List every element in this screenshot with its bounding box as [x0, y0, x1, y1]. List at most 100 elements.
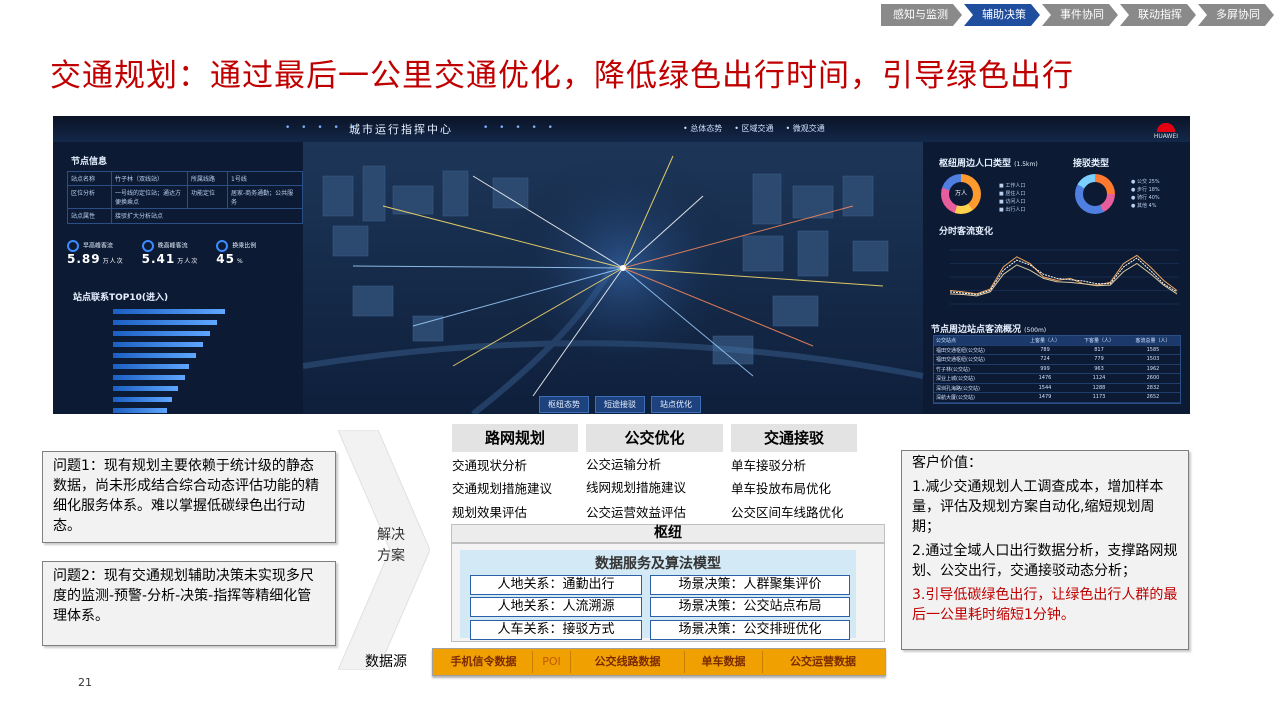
table-cell: 客流总量（人）: [1135, 338, 1171, 344]
top10-bar: [113, 364, 189, 369]
source-bus-ops: 公交运营数据: [790, 655, 856, 668]
top10-bar: [113, 320, 218, 325]
cycle-icon: [216, 240, 229, 252]
model-box: 场景决策：人群聚集评价: [650, 575, 850, 595]
series-line-0: [949, 254, 1178, 295]
population-type-title: 枢纽周边人口类型 (1.5km): [939, 159, 1038, 169]
table-cell: 深航大厦(公交站): [936, 395, 975, 401]
tab-overall[interactable]: • 总体态势: [683, 123, 722, 134]
model-box: 人地关系：人流溯源: [470, 597, 642, 617]
road-item-2: 交通规划措施建议: [452, 481, 553, 496]
kpi-row: 早高峰客流 5.89 万人次 晚高峰客流 5.41 万人次 换乘比例 45%: [67, 240, 256, 266]
table-cell: 深业上城(公交站): [936, 376, 975, 382]
problem-1: 问题1：现有规划主要依赖于统计级的静态数据，尚未形成结合综合动态评估功能的精细化…: [42, 451, 336, 543]
road-item-3: 规划效果评估: [452, 505, 528, 520]
nav-step-multiscreen[interactable]: 多屏协同: [1198, 4, 1274, 26]
data-source-label: 数据源: [365, 654, 407, 670]
pie-icon: [67, 240, 79, 252]
top10-title: 站点联系TOP10(进入): [73, 293, 169, 303]
transfer-donut: [1075, 174, 1115, 214]
table-row: 福田交通枢纽(公交站) 724 779 1503: [934, 355, 1180, 365]
bus-item-2: 线网规划措施建议: [586, 480, 687, 495]
table-cell: 福田交通枢纽(公交站): [936, 347, 985, 354]
nav-step-command[interactable]: 联动指挥: [1120, 4, 1196, 26]
page-number: 21: [78, 676, 92, 689]
top10-bar: [113, 386, 178, 391]
tab-micro[interactable]: • 微观交通: [786, 123, 825, 134]
table-cell: 2832: [1146, 384, 1160, 391]
table-cell: 公交站点: [936, 338, 957, 344]
top10-bar: [113, 331, 211, 336]
table-cell: 1585: [1146, 346, 1160, 353]
tab-station-opt[interactable]: 站点优化: [651, 396, 701, 413]
table-row: 竹子林(公交站) 999 963 1962: [934, 365, 1180, 374]
value-title: 客户价值：: [912, 455, 982, 471]
nav-step-event[interactable]: 事件协同: [1042, 4, 1118, 26]
station-flow-table: 公交站点 上客量（人） 下客量（人） 客流总量（人） 福田交通枢纽(公交站) 789 817…: [933, 335, 1181, 404]
timeflow-line-chart: [949, 249, 1179, 305]
top10-bar-row: [67, 328, 297, 339]
table-cell: 1476: [1038, 375, 1052, 381]
model-inner: 数据服务及算法模型 人地关系：通勤出行 场景决策：人群聚集评价 人地关系：人流溯…: [460, 550, 856, 640]
top10-bar-row: [67, 372, 297, 383]
top10-bar: [113, 309, 225, 314]
model-panel: 数据服务及算法模型 人地关系：通勤出行 场景决策：人群聚集评价 人地关系：人流溯…: [451, 543, 885, 642]
problem-2: 问题2：现有交通规划辅助决策未实现多尺度的监测-预警-分析-决策-指挥等精细化管…: [42, 561, 336, 646]
bus-item-3: 公交运营效益评估: [586, 505, 687, 520]
nav-step-sense[interactable]: 感知与监测: [881, 4, 962, 26]
node-info-table: 站点名称 竹子林（双线站） 所属线路 1号线 区位分析 一号线的定位站；通达方便…: [67, 171, 303, 224]
top10-bar-row: [67, 383, 297, 394]
table-cell: 福田交通枢纽(公交站): [936, 357, 985, 363]
tab-hub[interactable]: 枢纽态势: [539, 396, 589, 413]
table-cell: 779: [1094, 356, 1104, 362]
station-flow-title: 节点周边站点客流概况 (500m): [931, 325, 1047, 335]
table-cell: 1288: [1092, 384, 1106, 391]
transfer-item-3: 公交区间车线路优化: [731, 505, 844, 520]
table-row: 深业上城(公交站) 1476 1124 2600: [934, 374, 1180, 384]
dashboard-screenshot: • • • • • 城市运行指挥中心 • • • • • • 总体态势 • 区域…: [53, 116, 1190, 414]
col-head-bus: 公交优化: [586, 424, 723, 452]
top10-bar-row: [67, 339, 297, 350]
table-header-row: 公交站点 上客量（人） 下客量（人） 客流总量（人）: [934, 336, 1180, 346]
top10-bar-chart: [67, 306, 297, 414]
value-item-1: 1.减少交通规划人工调查成本，增加样本量，评估及规划方案自动化,缩短规划周期；: [912, 479, 1164, 535]
top10-bar: [113, 408, 167, 413]
dashboard-tabs: • 总体态势 • 区域交通 • 微观交通: [683, 123, 825, 134]
population-legend: ■ 工作人口 ■ 居住人口 ■ 访问人口 ■ 出行人口: [999, 183, 1026, 213]
table-cell: 1173: [1092, 394, 1106, 400]
transfer-legend: ● 公交 25% ● 步行 18% ● 骑行 40% ● 其他 4%: [1131, 179, 1160, 209]
model-box: 人车关系：接驳方式: [470, 620, 642, 640]
bus-item-1: 公交运输分析: [586, 457, 662, 472]
bottom-tabs: 枢纽态势 短途接驳 站点优化: [539, 396, 701, 413]
dashboard-title: 城市运行指挥中心: [349, 123, 453, 136]
huawei-logo: HUAWEI: [1154, 120, 1178, 140]
table-cell: 963: [1094, 365, 1104, 372]
table-cell: 深圳孔海路(公交站): [936, 385, 980, 392]
tab-short-trip[interactable]: 短途接驳: [595, 396, 645, 413]
data-source-bar: 手机信令数据 POI 公交线路数据 单车数据 公交运营数据: [432, 648, 886, 676]
top10-bar: [113, 397, 173, 402]
customer-value-box: 客户价值： 1.减少交通规划人工调查成本，增加样本量，评估及规划方案自动化,缩短…: [901, 450, 1189, 650]
top10-bar-row: [67, 350, 297, 361]
population-donut: 万人: [941, 174, 981, 214]
top10-bar-row: [67, 317, 297, 328]
table-cell: 下客量（人）: [1083, 338, 1114, 344]
table-row: 深圳孔海路(公交站) 1544 1288 2832: [934, 384, 1180, 393]
nav-step-decision[interactable]: 辅助决策: [964, 4, 1040, 26]
trend-icon: [141, 240, 154, 252]
progress-nav: 感知与监测 辅助决策 事件协同 联动指挥 多屏协同: [879, 4, 1274, 26]
top10-bar-row: [67, 405, 297, 414]
table-cell: 1962: [1146, 365, 1160, 372]
model-box: 人地关系：通勤出行: [470, 575, 642, 595]
col-head-transfer: 交通接驳: [731, 424, 857, 452]
kpi-evening: 晚高峰客流 5.41 万人次: [141, 240, 199, 266]
tab-area[interactable]: • 区域交通: [734, 123, 773, 134]
solution-label: 解决 方案: [377, 527, 405, 564]
table-cell: 上客量（人）: [1029, 338, 1060, 344]
hub-bar: 枢纽: [451, 524, 885, 543]
source-bike: 单车数据: [685, 651, 763, 673]
table-cell: 817: [1094, 346, 1104, 353]
dashboard-header: [53, 116, 1190, 142]
model-box: 场景决策：公交站点布局: [650, 597, 850, 617]
source-bus-lines: 公交线路数据: [571, 651, 685, 673]
